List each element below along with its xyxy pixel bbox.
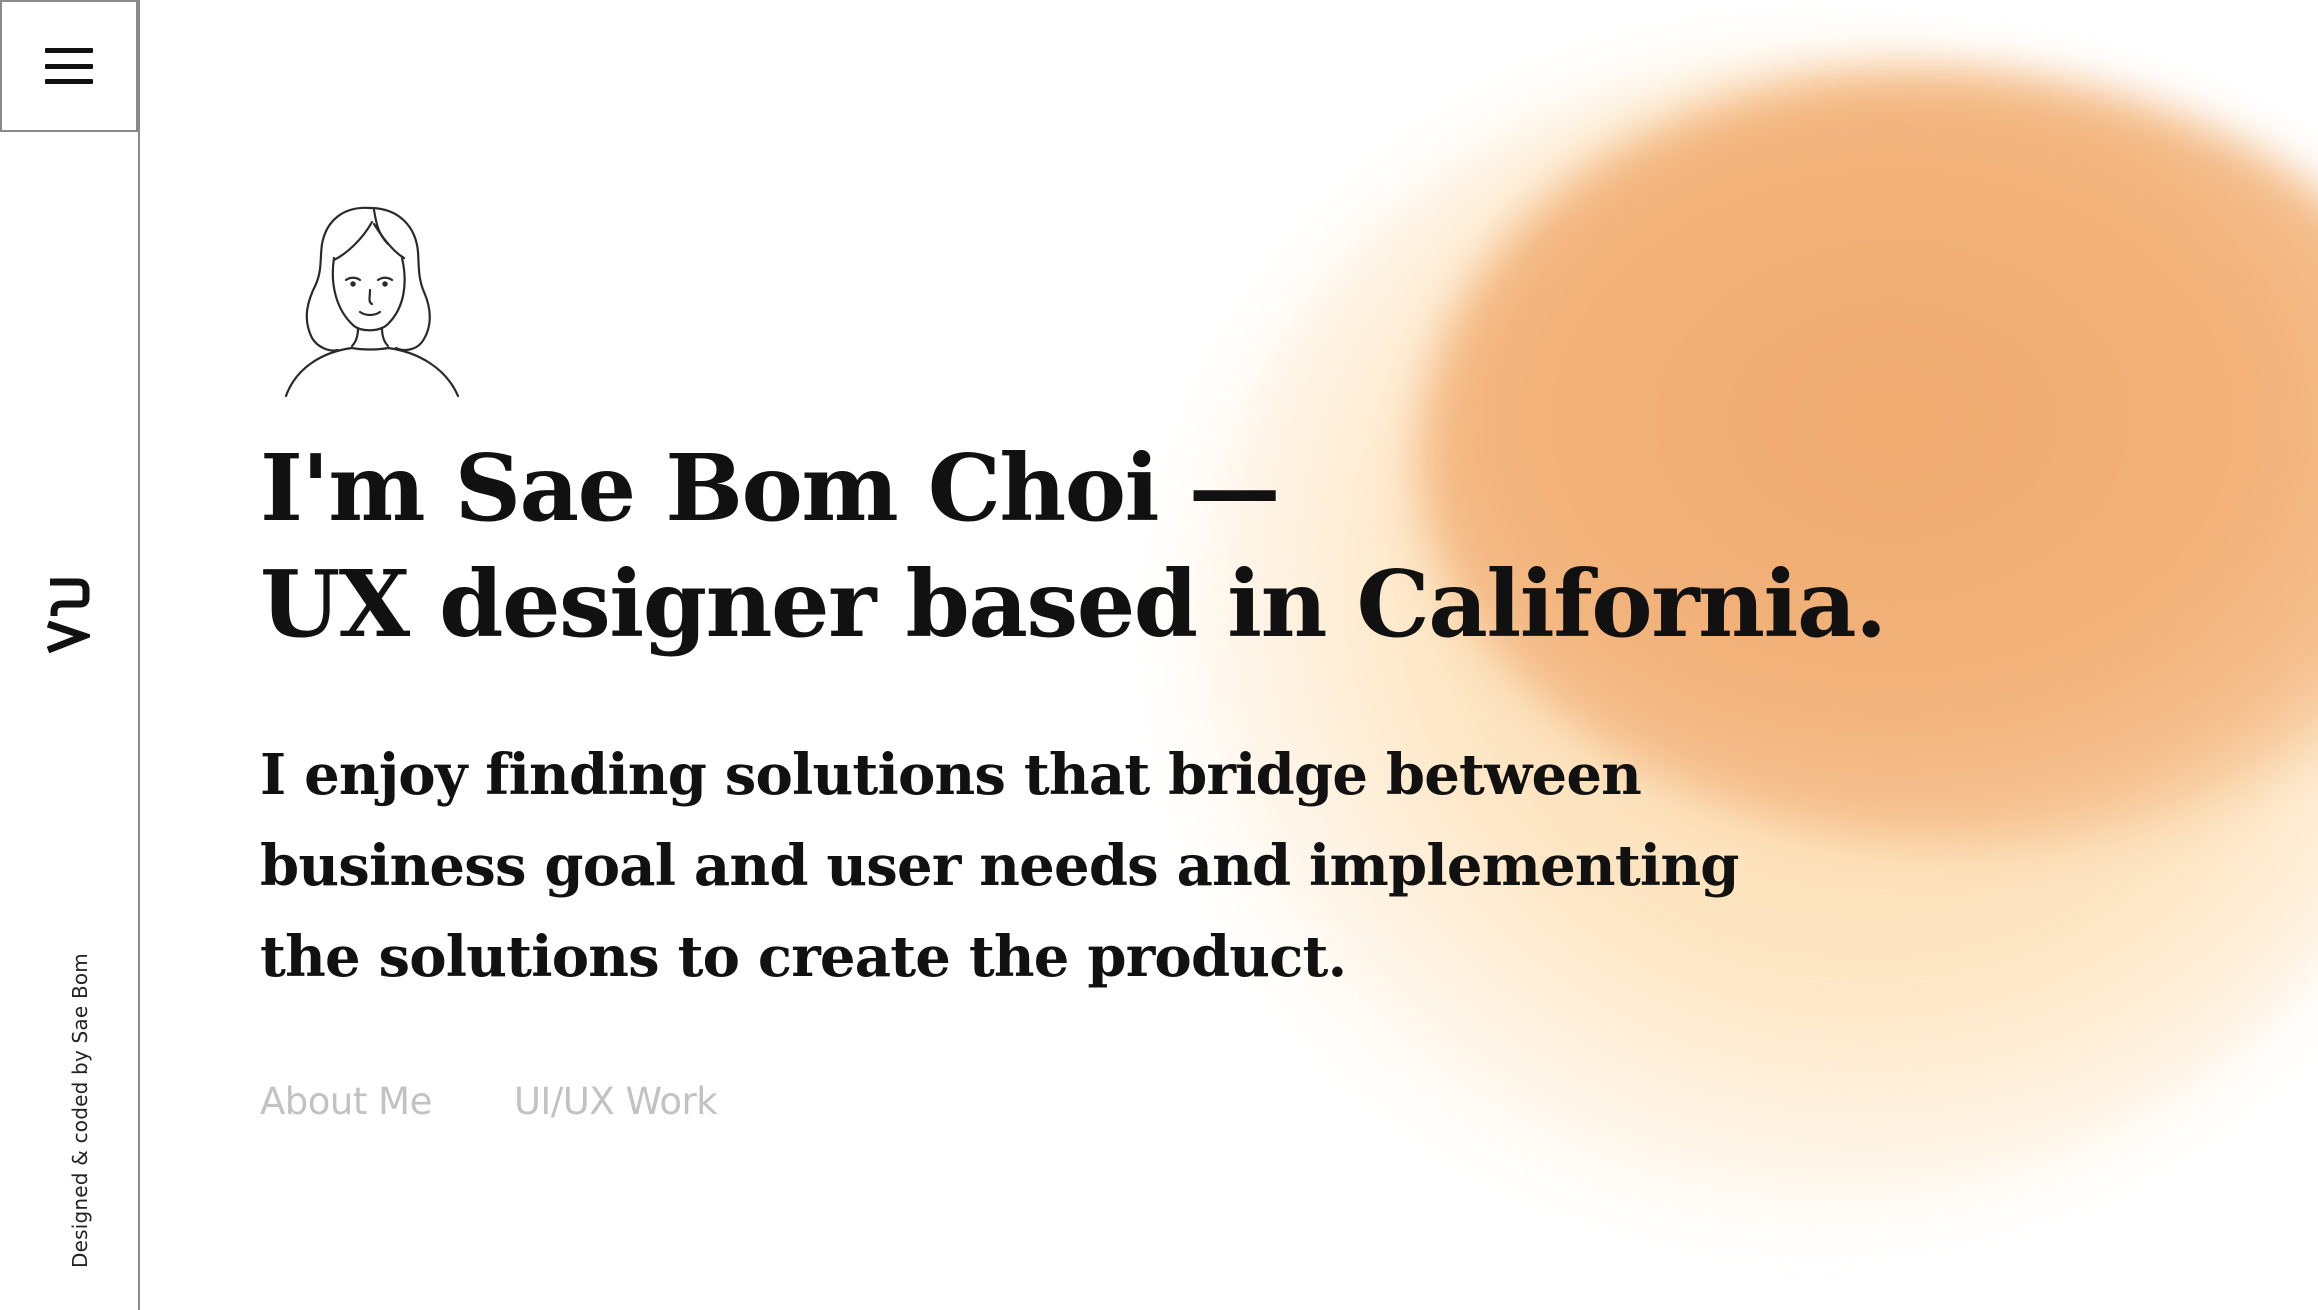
- ui-ux-work-link[interactable]: UI/UX Work: [514, 1080, 718, 1123]
- sidebar: Designed & coded by Sae Bom: [0, 0, 140, 1310]
- menu-button[interactable]: [0, 0, 138, 132]
- avatar: [284, 206, 460, 398]
- about-me-link[interactable]: About Me: [260, 1080, 432, 1123]
- intro-line-1: I enjoy finding solutions that bridge be…: [260, 742, 1642, 808]
- page: Designed & coded by Sae Bom I'm Sae Bom …: [0, 0, 2318, 1310]
- sb-monogram-logo[interactable]: [44, 578, 90, 654]
- intro-paragraph: I enjoy finding solutions that bridge be…: [260, 730, 1739, 1003]
- hamburger-menu-icon: [45, 48, 93, 84]
- intro-line-3: the solutions to create the product.: [260, 924, 1347, 990]
- intro-line-2: business goal and user needs and impleme…: [260, 833, 1739, 899]
- section-links: About Me UI/UX Work: [260, 1080, 718, 1123]
- page-title: I'm Sae Bom Choi — UX designer based in …: [260, 430, 1887, 662]
- headline-line-1: I'm Sae Bom Choi —: [260, 434, 1281, 542]
- headline-line-2: UX designer based in California.: [260, 550, 1887, 658]
- site-credit: Designed & coded by Sae Bom: [68, 953, 92, 1268]
